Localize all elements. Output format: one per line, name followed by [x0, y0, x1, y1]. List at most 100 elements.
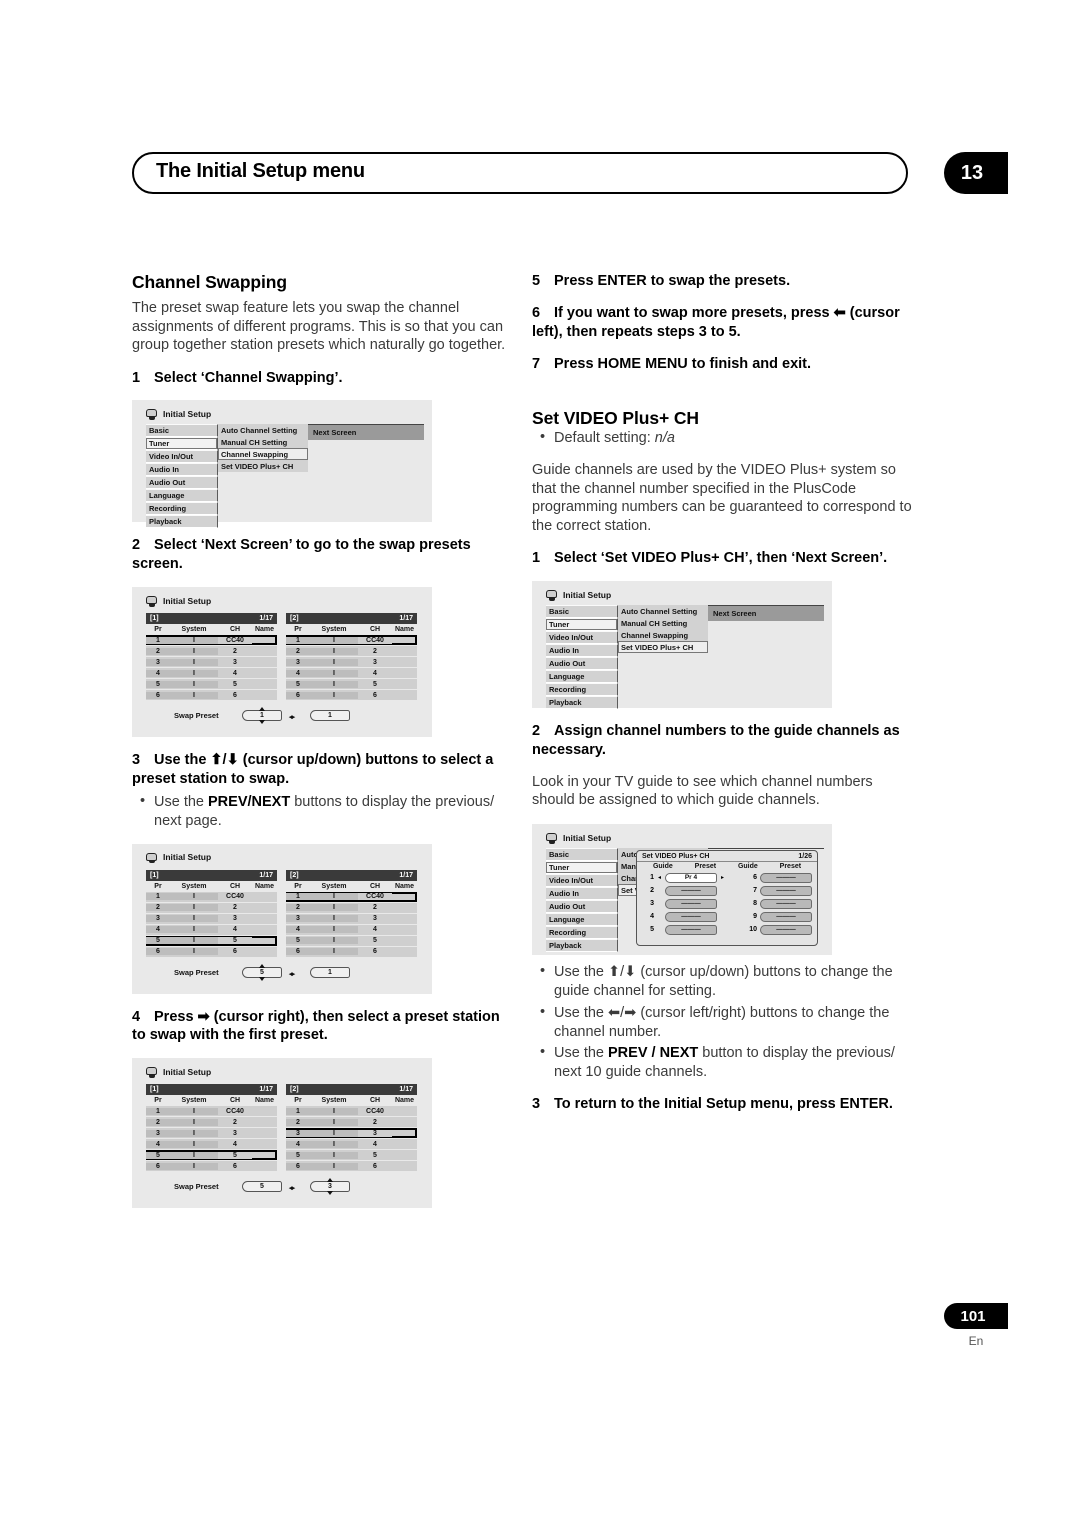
osd-category-basic[interactable]: Basic: [146, 424, 218, 438]
table-row[interactable]: 2I2: [146, 646, 277, 658]
osd-category-language[interactable]: Language: [546, 913, 618, 927]
table-row[interactable]: 3I3: [146, 657, 277, 669]
osd-category-language[interactable]: Language: [546, 670, 618, 684]
table-row[interactable]: 1 I CC40: [146, 891, 277, 903]
preset-field[interactable]: ———: [665, 885, 717, 896]
swap-preset-stepper-left[interactable]: 5: [242, 1181, 282, 1193]
table-row[interactable]: 6I6: [146, 946, 277, 958]
table-row[interactable]: 6I6: [286, 690, 417, 702]
swap-preset-stepper-right[interactable]: 3: [310, 1178, 350, 1196]
osd-category-audio-out[interactable]: Audio Out: [546, 657, 618, 671]
osd-category-tuner[interactable]: Tuner: [546, 861, 618, 875]
osd-category-audio-out[interactable]: Audio Out: [146, 476, 218, 490]
table-row[interactable]: 3I3: [286, 1128, 417, 1140]
osd-category-playback[interactable]: Playback: [146, 515, 218, 529]
table-row[interactable]: 4I4: [286, 1139, 417, 1151]
list-item[interactable]: 7 ———: [731, 884, 812, 897]
osd-category-basic[interactable]: Basic: [546, 848, 618, 862]
table-row[interactable]: 1 I CC40: [146, 635, 277, 647]
osd-item-channel-swapping[interactable]: Channel Swapping: [218, 448, 308, 461]
table-row[interactable]: 1 I CC40: [286, 635, 417, 647]
table-row[interactable]: 3I3: [146, 1128, 277, 1140]
osd-category-tuner[interactable]: Tuner: [546, 618, 618, 632]
table-row[interactable]: 6I6: [286, 1161, 417, 1173]
list-item[interactable]: 2 ◂ ——— ▸: [642, 884, 725, 897]
list-item[interactable]: 10 ———: [731, 923, 812, 936]
osd-item-channel-swapping[interactable]: Channel Swapping: [618, 629, 708, 642]
table-row[interactable]: 2I2: [146, 1117, 277, 1129]
osd-next-screen-label[interactable]: Next Screen: [708, 606, 824, 621]
table-row[interactable]: 5I5: [146, 935, 277, 947]
osd-category-recording[interactable]: Recording: [546, 926, 618, 940]
osd-category-audio-in[interactable]: Audio In: [546, 887, 618, 901]
table-row[interactable]: 4I4: [286, 668, 417, 680]
table-row[interactable]: 5I5: [286, 1150, 417, 1162]
table-row[interactable]: 1 I CC40: [146, 1106, 277, 1118]
table-row[interactable]: 5I5: [146, 1150, 277, 1162]
osd-next-screen-label[interactable]: Next Screen: [308, 425, 424, 440]
osd-category-playback[interactable]: Playback: [546, 939, 618, 953]
table-row[interactable]: 5I5: [286, 935, 417, 947]
preset-field[interactable]: ———: [760, 898, 812, 909]
preset-field[interactable]: ———: [760, 924, 812, 935]
preset-field[interactable]: ———: [760, 885, 812, 896]
osd-category-audio-in[interactable]: Audio In: [146, 463, 218, 477]
osd-item-auto-channel-setting[interactable]: Auto Channel Setting: [618, 605, 708, 618]
preset-field[interactable]: ———: [665, 898, 717, 909]
osd-category-audio-out[interactable]: Audio Out: [546, 900, 618, 914]
osd-category-tuner[interactable]: Tuner: [146, 437, 218, 451]
list-item[interactable]: 1 ◂ Pr 4 ▸: [642, 871, 725, 884]
table-row[interactable]: 6I6: [146, 690, 277, 702]
list-item[interactable]: 9 ———: [731, 910, 812, 923]
osd-item-set-video-plus-ch[interactable]: Set VIDEO Plus+ CH: [218, 460, 308, 473]
table-row[interactable]: 1 I CC40: [286, 891, 417, 903]
table-row[interactable]: 6I6: [286, 946, 417, 958]
osd-category-recording[interactable]: Recording: [546, 683, 618, 697]
preset-field[interactable]: ———: [665, 924, 717, 935]
table-row[interactable]: 3I3: [146, 913, 277, 925]
table-row[interactable]: 1 I CC40: [286, 1106, 417, 1118]
preset-field[interactable]: ———: [760, 872, 812, 883]
osd-category-audio-in[interactable]: Audio In: [546, 644, 618, 658]
swap-preset-stepper-left[interactable]: 1: [242, 707, 282, 725]
osd-category-recording[interactable]: Recording: [146, 502, 218, 516]
swap-preset-stepper-right[interactable]: 1: [310, 710, 350, 722]
table-row[interactable]: 6I6: [146, 1161, 277, 1173]
table-row[interactable]: 5I5: [146, 679, 277, 691]
table-row[interactable]: 4I4: [146, 668, 277, 680]
table-row[interactable]: 4I4: [146, 924, 277, 936]
osd-category-video-in-out[interactable]: Video In/Out: [546, 631, 618, 645]
osd-item-manual-ch-setting[interactable]: Manual CH Setting: [218, 436, 308, 449]
figure-swap-presets-c: Initial Setup [1] 1/17 Pr System CH Name…: [132, 1058, 432, 1209]
table-row[interactable]: 2I2: [286, 646, 417, 658]
osd-item-auto-channel-setting[interactable]: Auto Channel Setting: [218, 424, 308, 437]
table-row[interactable]: 3I3: [286, 913, 417, 925]
list-item[interactable]: 8 ———: [731, 897, 812, 910]
table-row[interactable]: 4I4: [286, 924, 417, 936]
swap-preset-stepper-right[interactable]: 1: [310, 966, 350, 978]
osd-title: Initial Setup: [163, 595, 212, 606]
col-name: Name: [254, 1097, 275, 1105]
preset-field[interactable]: ———: [760, 911, 812, 922]
list-item[interactable]: 5 ◂ ——— ▸: [642, 923, 725, 936]
preset-field[interactable]: Pr 4: [665, 872, 717, 883]
list-item[interactable]: 3 ◂ ——— ▸: [642, 897, 725, 910]
swap-preset-stepper-left[interactable]: 5: [242, 963, 282, 981]
osd-item-manual-ch-setting[interactable]: Manual CH Setting: [618, 617, 708, 630]
table-row[interactable]: 5I5: [286, 679, 417, 691]
osd-category-basic[interactable]: Basic: [546, 605, 618, 619]
table-row[interactable]: 2I2: [286, 1117, 417, 1129]
osd-item-set-video-plus-ch[interactable]: Set VIDEO Plus+ CH: [618, 641, 708, 654]
table-row[interactable]: 3I3: [286, 657, 417, 669]
list-item[interactable]: 4 ◂ ——— ▸: [642, 910, 725, 923]
table-row[interactable]: 4I4: [146, 1139, 277, 1151]
osd-category-video-in-out[interactable]: Video In/Out: [546, 874, 618, 888]
preset-field[interactable]: ———: [665, 911, 717, 922]
osd-category-video-in-out[interactable]: Video In/Out: [146, 450, 218, 464]
list-item[interactable]: 6 ———: [731, 871, 812, 884]
osd-category-playback[interactable]: Playback: [546, 696, 618, 710]
table-row[interactable]: 2I2: [286, 902, 417, 914]
table-row[interactable]: 2I2: [146, 902, 277, 914]
osd-category-language[interactable]: Language: [146, 489, 218, 503]
osd-next-screen-panel: Next Screen: [708, 605, 824, 622]
